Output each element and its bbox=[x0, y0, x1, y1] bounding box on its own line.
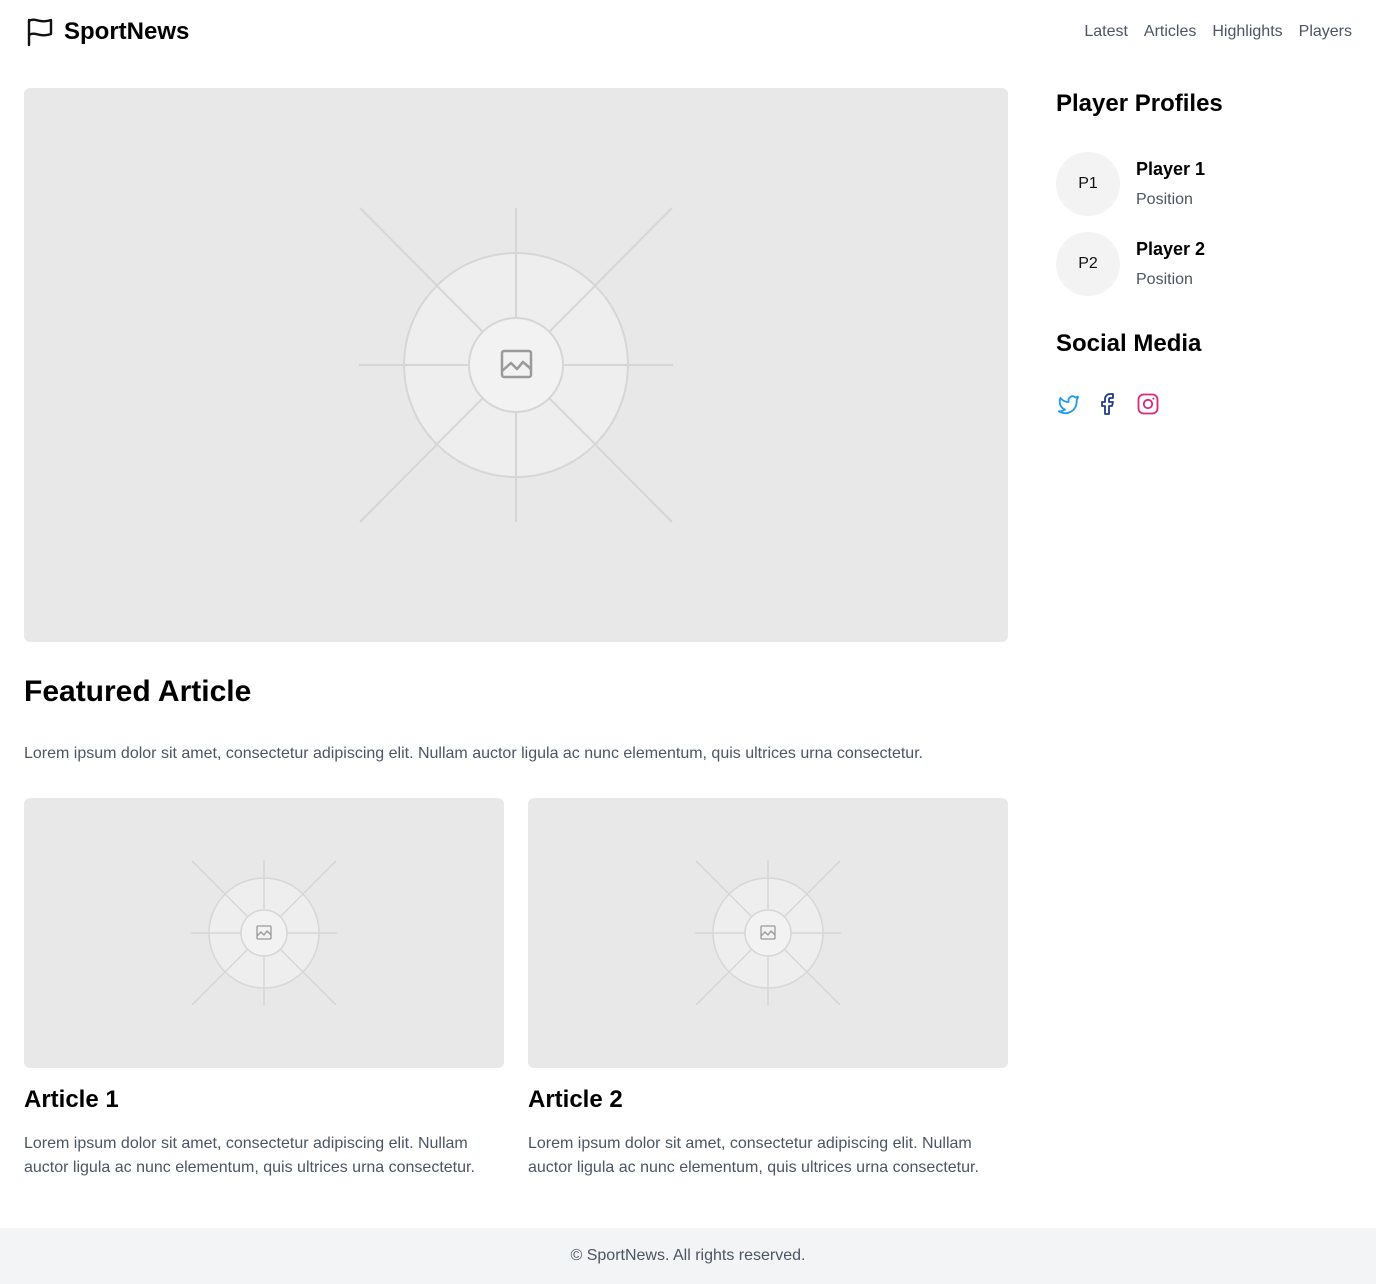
nav-players[interactable]: Players bbox=[1299, 20, 1352, 44]
brand[interactable]: SportNews bbox=[24, 16, 189, 48]
twitter-icon[interactable] bbox=[1056, 392, 1080, 416]
player-name: Player 1 bbox=[1136, 159, 1206, 179]
player-card[interactable]: P2 Player 2 Position bbox=[1056, 232, 1356, 296]
instagram-icon[interactable] bbox=[1136, 392, 1160, 416]
nav-highlights[interactable]: Highlights bbox=[1212, 20, 1282, 44]
image-placeholder-icon bbox=[359, 207, 673, 523]
brand-name: SportNews bbox=[64, 18, 190, 45]
article-2-text: Lorem ipsum dolor sit amet, consectetur … bbox=[528, 1135, 979, 1176]
article-1-title[interactable]: Article 1 bbox=[24, 1084, 119, 1116]
featured-text: Lorem ipsum dolor sit amet, consectetur … bbox=[24, 745, 924, 762]
social-links bbox=[1056, 392, 1160, 416]
player-profiles-title: Player Profiles bbox=[1056, 90, 1223, 117]
flag-icon bbox=[27, 18, 53, 47]
article-2-title[interactable]: Article 2 bbox=[528, 1084, 623, 1116]
player-name: Player 2 bbox=[1136, 239, 1206, 259]
main-nav: Latest Articles Highlights Players bbox=[1084, 20, 1352, 44]
player-position: Position bbox=[1136, 191, 1193, 208]
article-1-text: Lorem ipsum dolor sit amet, consectetur … bbox=[24, 1135, 475, 1176]
social-media-title: Social Media bbox=[1056, 330, 1202, 357]
article-2-image[interactable] bbox=[528, 798, 1008, 1068]
featured-title: Featured Article bbox=[24, 675, 252, 708]
avatar: P1 bbox=[1056, 152, 1120, 216]
image-placeholder-icon bbox=[695, 860, 841, 1006]
hero-image[interactable] bbox=[24, 88, 1008, 642]
site-header: SportNews Latest Articles Highlights Pla… bbox=[0, 0, 1376, 64]
image-placeholder-icon bbox=[191, 860, 337, 1006]
avatar: P2 bbox=[1056, 232, 1120, 296]
article-1-image[interactable] bbox=[24, 798, 504, 1068]
player-position: Position bbox=[1136, 271, 1193, 288]
footer-text: © SportNews. All rights reserved. bbox=[570, 1247, 806, 1264]
nav-articles[interactable]: Articles bbox=[1144, 20, 1196, 44]
player-card[interactable]: P1 Player 1 Position bbox=[1056, 152, 1356, 216]
nav-latest[interactable]: Latest bbox=[1084, 20, 1128, 44]
site-footer: © SportNews. All rights reserved. bbox=[0, 1228, 1376, 1284]
facebook-icon[interactable] bbox=[1096, 392, 1120, 416]
